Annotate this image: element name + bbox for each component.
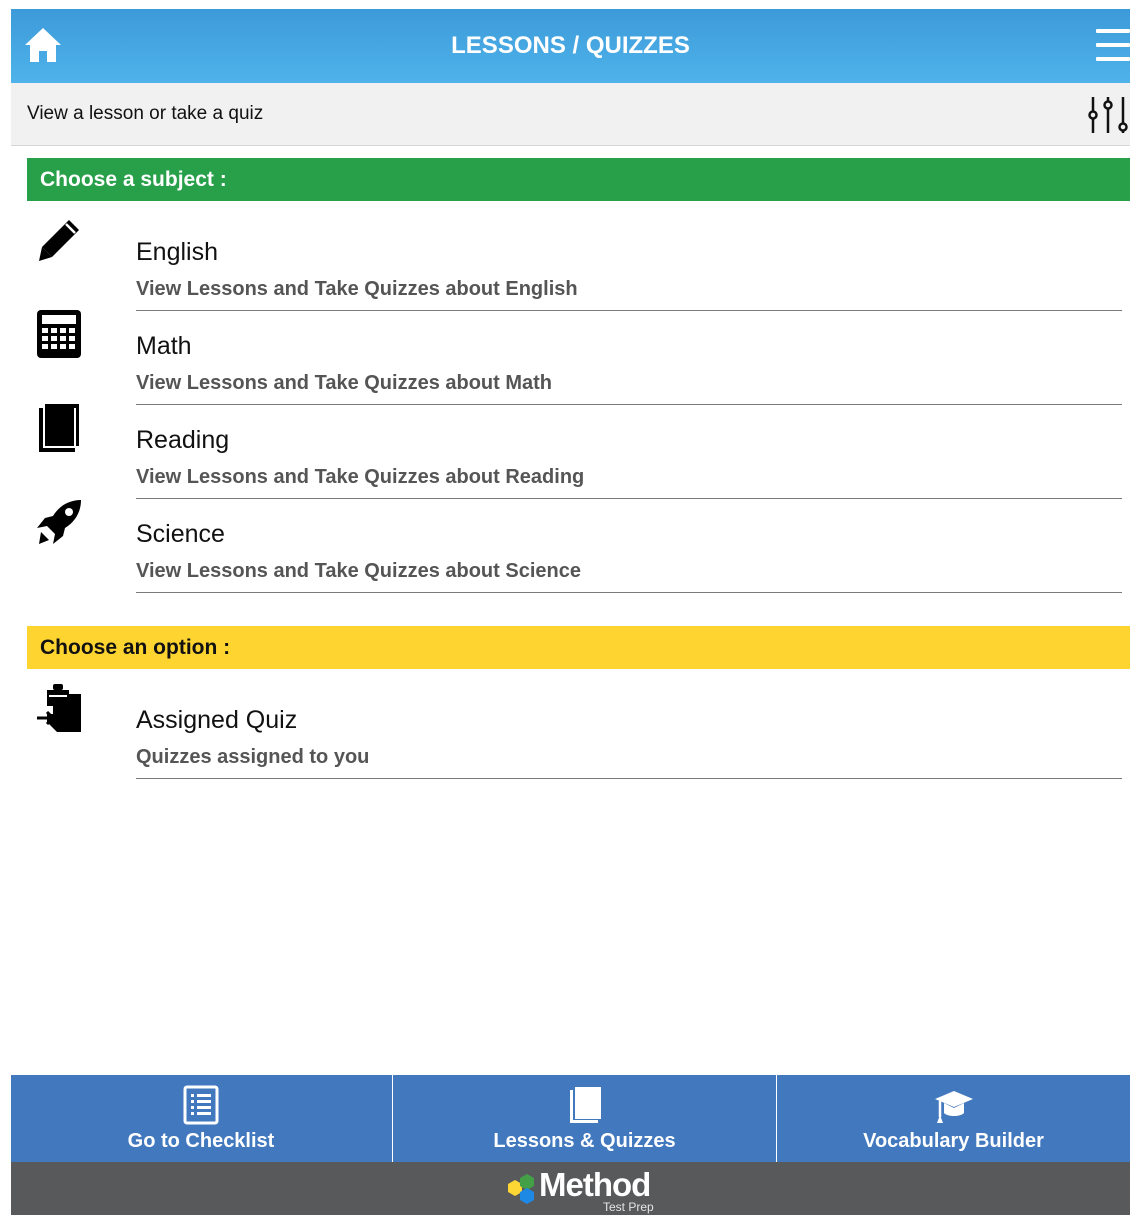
- nav-vocabulary-builder-button[interactable]: Vocabulary Builder: [777, 1075, 1130, 1162]
- subject-row-science[interactable]: Science View Lessons and Take Quizzes ab…: [27, 498, 1122, 593]
- subject-section-heading: Choose a subject :: [27, 158, 1130, 201]
- nav-label: Go to Checklist: [127, 1130, 275, 1152]
- subject-name: Reading: [136, 426, 230, 454]
- subject-name: Science: [136, 520, 225, 548]
- page-title: LESSONS / QUIZZES: [451, 32, 690, 59]
- subject-description: View Lessons and Take Quizzes about Engl…: [136, 278, 578, 300]
- subject-description: View Lessons and Take Quizzes about Math: [136, 372, 553, 394]
- option-row-assigned-quiz[interactable]: Assigned Quiz Quizzes assigned to you: [27, 684, 1122, 779]
- book-icon: [39, 404, 79, 452]
- subject-row-text: Science View Lessons and Take Quizzes ab…: [136, 498, 1122, 593]
- calculator-icon: [37, 310, 81, 358]
- pencil-icon: [39, 220, 79, 261]
- option-description: Quizzes assigned to you: [136, 746, 370, 768]
- menu-bar: [1096, 29, 1130, 33]
- subject-icon: [35, 310, 83, 358]
- option-icon: [35, 684, 83, 732]
- footer: Method Test Prep: [11, 1162, 1130, 1215]
- nav-lessons-quizzes-button[interactable]: Lessons & Quizzes: [392, 1075, 777, 1162]
- subject-row-math[interactable]: Math View Lessons and Take Quizzes about…: [27, 310, 1122, 405]
- book-icon: [569, 1087, 601, 1123]
- logo-mark-icon: [508, 1174, 534, 1204]
- menu-bar: [1096, 43, 1130, 47]
- subject-name: Math: [136, 332, 192, 360]
- nav-checklist-button[interactable]: Go to Checklist: [11, 1075, 391, 1162]
- subject-description: View Lessons and Take Quizzes about Scie…: [136, 560, 581, 582]
- clipboard-assign-icon: [37, 684, 81, 732]
- top-bar: LESSONS / QUIZZES: [11, 9, 1130, 83]
- option-name: Assigned Quiz: [136, 706, 298, 734]
- subject-icon: [35, 216, 83, 264]
- graduation-cap-icon: [934, 1091, 973, 1123]
- subject-icon: [35, 498, 83, 546]
- sub-header: View a lesson or take a quiz: [11, 83, 1130, 146]
- option-row-text: Assigned Quiz Quizzes assigned to you: [136, 684, 1122, 779]
- menu-bar: [1096, 57, 1130, 61]
- logo-word: Method: [539, 1166, 651, 1203]
- subject-row-reading[interactable]: Reading View Lessons and Take Quizzes ab…: [27, 404, 1122, 499]
- option-section-heading: Choose an option :: [27, 626, 1130, 669]
- rocket-icon: [37, 500, 81, 544]
- subject-name: English: [136, 238, 218, 266]
- subject-icon: [35, 404, 83, 452]
- logo-subtitle: Test Prep: [603, 1200, 654, 1214]
- app: LESSONS / QUIZZES View a lesson or take …: [11, 9, 1130, 1215]
- sub-header-text: View a lesson or take a quiz: [27, 103, 264, 124]
- checklist-icon: [183, 1085, 219, 1125]
- filter-button[interactable]: [1088, 95, 1130, 135]
- subject-row-text: Reading View Lessons and Take Quizzes ab…: [136, 404, 1122, 499]
- bottom-nav: Go to Checklist Lessons & Quizzes Vocabu…: [11, 1075, 1130, 1162]
- nav-label: Lessons & Quizzes: [493, 1130, 676, 1152]
- sliders-icon: [1088, 97, 1128, 133]
- subject-description: View Lessons and Take Quizzes about Read…: [136, 466, 585, 488]
- nav-label: Vocabulary Builder: [863, 1130, 1044, 1152]
- subject-row-english[interactable]: English View Lessons and Take Quizzes ab…: [27, 216, 1122, 311]
- method-logo: Method Test Prep: [505, 1166, 675, 1214]
- subject-row-text: Math View Lessons and Take Quizzes about…: [136, 310, 1122, 405]
- hamburger-menu-button[interactable]: [1096, 29, 1130, 65]
- subject-row-text: English View Lessons and Take Quizzes ab…: [136, 216, 1122, 311]
